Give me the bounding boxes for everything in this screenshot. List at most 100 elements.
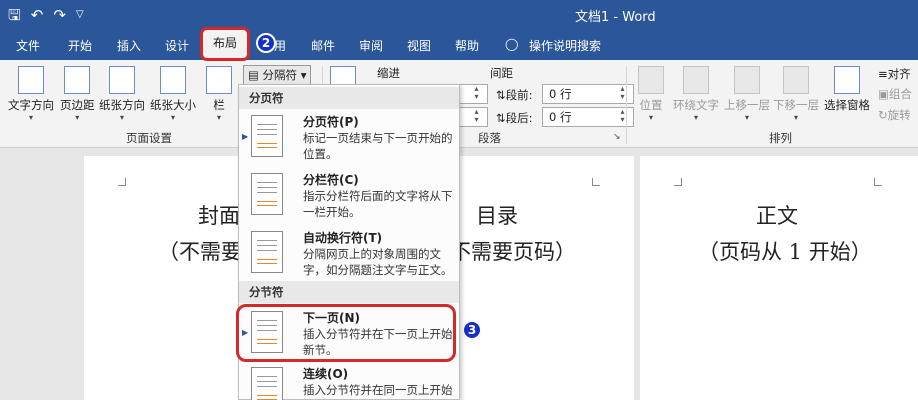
menu-item-title: 分栏符(C) <box>303 173 359 187</box>
spacing-after-input[interactable]: 0 行 <box>542 107 634 127</box>
save-icon[interactable]: 🖫 <box>8 5 21 25</box>
send-backward-icon <box>783 66 809 94</box>
after-label-text: 段后: <box>505 111 533 125</box>
text-direction-button[interactable]: 文字方向 ▾ <box>8 66 54 122</box>
tab-home[interactable]: 开始 <box>68 37 92 54</box>
page-breaks-header: 分页符 <box>239 87 459 109</box>
selection-pane-button[interactable]: 选择窗格 <box>824 66 870 113</box>
text-direction-label: 文字方向 <box>8 98 54 112</box>
cover-title: 封面 <box>198 204 240 228</box>
title-bar: 🖫 ↶ ↷ ▽ 文档1 - Word <box>0 0 918 31</box>
margins-label: 页边距 <box>60 98 95 112</box>
crop-mark <box>592 178 600 186</box>
align-label: 对齐 <box>887 67 911 81</box>
text-wrapping-break-icon <box>251 231 283 273</box>
continuous-item[interactable]: 连续(O) 插入分节符并在同一页上开始 <box>239 363 459 400</box>
crop-mark <box>118 178 126 186</box>
columns-label: 栏 <box>213 98 225 112</box>
toc-title: 目录 <box>476 204 518 228</box>
align-button[interactable]: ≡对齐 <box>878 66 911 82</box>
tab-design[interactable]: 设计 <box>165 37 189 54</box>
column-break-icon <box>251 173 283 215</box>
tell-me-search[interactable]: 操作说明搜索 <box>529 37 601 54</box>
crop-mark <box>874 178 882 186</box>
rotate-icon: ↻ <box>878 108 888 122</box>
menu-item-description: 插入分节符并在同一页上开始 <box>303 383 453 397</box>
next-page-highlight <box>236 304 456 362</box>
page-break-icon <box>251 115 283 157</box>
lightbulb-icon: ◯ <box>505 37 519 51</box>
breaks-icon: ▤ <box>248 68 259 82</box>
margins-icon <box>64 66 91 94</box>
orientation-icon <box>109 66 135 94</box>
wrap-text-label: 环绕文字 <box>673 98 719 112</box>
position-icon <box>638 66 664 94</box>
menu-item-description: 指示分栏符后面的文字将从下一栏开始。 <box>303 189 453 219</box>
caret-icon: ▾ <box>648 113 653 122</box>
pointer-icon: ▶ <box>242 132 249 141</box>
tab-references[interactable]: 用 <box>274 37 286 54</box>
position-label: 位置 <box>639 98 663 112</box>
spacing-after-icon: ⇅ <box>496 111 506 125</box>
step-badge-2: 2 <box>256 33 276 53</box>
bring-forward-button[interactable]: 上移一层 ▾ <box>724 66 770 122</box>
page-setup-group-label: 页面设置 <box>126 131 172 145</box>
paragraph-group-label: 段落 <box>478 131 501 145</box>
step-badge-3: 3 <box>462 320 482 340</box>
columns-button[interactable]: 栏 ▾ <box>206 66 232 122</box>
send-backward-button[interactable]: 下移一层 ▾ <box>773 66 819 122</box>
group-label: 组合 <box>888 87 912 101</box>
quick-access-toolbar: 🖫 ↶ ↷ ▽ <box>8 5 84 25</box>
caret-icon: ▾ <box>119 113 124 122</box>
group-icon: ▣ <box>878 87 889 101</box>
column-break-item[interactable]: 分栏符(C) 指示分栏符后面的文字将从下一栏开始。 <box>239 169 459 223</box>
spacing-label: 间距 <box>490 66 513 80</box>
size-button[interactable]: 纸张大小 ▾ <box>150 66 196 122</box>
selection-pane-icon <box>834 66 860 94</box>
before-label-text: 段前: <box>505 88 533 102</box>
tab-help[interactable]: 帮助 <box>455 37 479 54</box>
tab-layout[interactable]: 布局 <box>200 27 250 61</box>
orientation-label: 纸张方向 <box>99 98 145 112</box>
arrange-group-label: 排列 <box>769 131 792 145</box>
spacing-before-icon: ⇅ <box>496 88 506 102</box>
tab-review[interactable]: 审阅 <box>359 37 383 54</box>
text-wrapping-break-item[interactable]: 自动换行符(T) 分隔网页上的对象周围的文字，如分隔题注文字与正文。 <box>239 227 459 281</box>
separator <box>626 66 627 144</box>
bring-forward-label: 上移一层 <box>724 98 770 112</box>
section-breaks-header: 分节符 <box>239 281 459 303</box>
orientation-button[interactable]: 纸张方向 ▾ <box>99 66 145 122</box>
indent-left-input[interactable] <box>458 84 488 104</box>
spacing-before-input[interactable]: 0 行 <box>542 84 634 104</box>
page-3[interactable]: 正文 （页码从 1 开始） <box>640 156 918 400</box>
redo-icon[interactable]: ↷ <box>53 5 66 25</box>
align-icon: ≡ <box>878 67 888 81</box>
document-title: 文档1 - Word <box>575 10 656 25</box>
paragraph-launcher-icon[interactable]: ↘ <box>613 132 621 142</box>
tab-view[interactable]: 视图 <box>407 37 431 54</box>
wrap-text-icon <box>683 66 709 94</box>
caret-icon: ▾ <box>170 113 175 122</box>
ribbon-tab-row: 文件 开始 插入 设计 用 邮件 审阅 视图 帮助 ◯ 操作说明搜索 <box>0 31 918 60</box>
tab-insert[interactable]: 插入 <box>117 37 141 54</box>
continuous-icon <box>251 367 283 400</box>
tab-file[interactable]: 文件 <box>16 37 40 54</box>
selection-pane-label: 选择窗格 <box>824 98 870 112</box>
tab-mailings[interactable]: 邮件 <box>311 37 335 54</box>
page-break-item[interactable]: ▶ 分页符(P) 标记一页结束与下一页开始的位置。 <box>239 111 459 165</box>
margins-button[interactable]: 页边距 ▾ <box>60 66 95 122</box>
position-button[interactable]: 位置 ▾ <box>638 66 664 122</box>
rotate-button[interactable]: ↻旋转 <box>878 107 911 123</box>
caret-icon: ▾ <box>28 113 33 122</box>
crop-mark <box>674 178 682 186</box>
menu-item-description: 分隔网页上的对象周围的文字，如分隔题注文字与正文。 <box>303 247 453 277</box>
undo-icon[interactable]: ↶ <box>31 5 44 25</box>
text-direction-icon <box>18 66 44 94</box>
indent-right-input[interactable] <box>458 107 488 127</box>
customize-qat-icon[interactable]: ▽ <box>76 5 84 25</box>
group-button[interactable]: ▣组合 <box>878 86 912 102</box>
wrap-text-button[interactable]: 环绕文字 ▾ <box>673 66 719 122</box>
before-spacing-label: ⇅段前: <box>496 87 533 103</box>
caret-icon: ▾ <box>216 113 221 122</box>
breaks-button[interactable]: ▤ 分隔符 ▾ <box>243 65 312 85</box>
